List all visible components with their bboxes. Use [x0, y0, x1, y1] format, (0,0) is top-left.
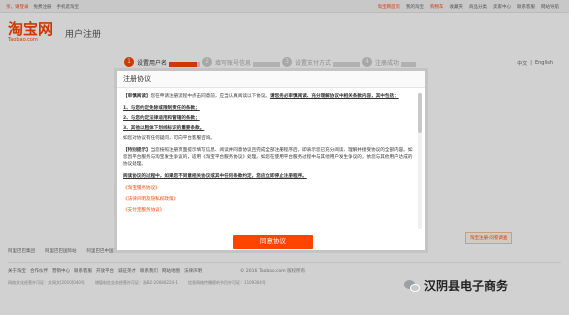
agreement-dialog: 注册协议 【审慎阅读】您在申请注册流程中点击同意前，应当认真阅读以下协议。请您务… [114, 68, 428, 253]
agreement-bold-text: 请您务必审慎阅读、充分理解协议中相关条款内容，其中包括： [270, 94, 399, 99]
agreement-lead: 【特别提示】 [123, 148, 151, 153]
agree-button[interactable]: 同意协议 [233, 235, 313, 249]
agreement-clause: 3、其他以粗体下划线标识的重要条款。 [123, 126, 205, 131]
agreement-paragraph: 【特别提示】当您按照注册页面提示填写信息、阅读并同意协议且完成全部注册程序后，即… [123, 147, 415, 168]
alipay-service-agreement-link[interactable]: 《支付宝服务协议》 [123, 207, 415, 214]
agreement-clause: 1、与您约定免除或限制责任的条款； [123, 106, 200, 111]
taobao-service-agreement-link[interactable]: 《淘宝服务协议》 [123, 185, 415, 192]
dialog-header: 注册协议 [117, 71, 425, 88]
agreement-paragraph: 如您对协议有任何疑问，可向平台客服咨询。 [123, 136, 215, 141]
agreement-scrollbar[interactable] [418, 93, 422, 229]
agreement-clause: 2、与您约定法律适用和管辖的条款； [123, 116, 200, 121]
agreement-text: 您在申请注册流程中点击同意前，应当认真阅读以下协议。 [150, 94, 271, 99]
dialog-title: 注册协议 [123, 75, 151, 83]
wechat-icon [404, 279, 420, 292]
agreement-content[interactable]: 【审慎阅读】您在申请注册流程中点击同意前，应当认真阅读以下协议。请您务必审慎阅读… [123, 93, 415, 229]
watermark-text: 汉阴县电子商务 [424, 279, 509, 293]
legal-privacy-policy-link[interactable]: 《法律声明及隐私权政策》 [123, 196, 415, 203]
agreement-paragraph: 【审慎阅读】您在申请注册流程中点击同意前，应当认真阅读以下协议。请您务必审慎阅读… [123, 93, 415, 100]
watermark: 汉阴县电子商务 [404, 277, 508, 294]
agreement-lead: 【审慎阅读】 [123, 94, 151, 99]
agreement-bold-paragraph: 阅读协议的过程中，如果您不同意相关协议或其中任何条款约定，您应立即停止注册程序。 [123, 174, 307, 179]
agreement-text: 当您按照注册页面提示填写信息、阅读并同意协议且完成全部注册程序后，即表示您已充分… [123, 148, 413, 167]
scrollbar-thumb[interactable] [418, 93, 422, 133]
